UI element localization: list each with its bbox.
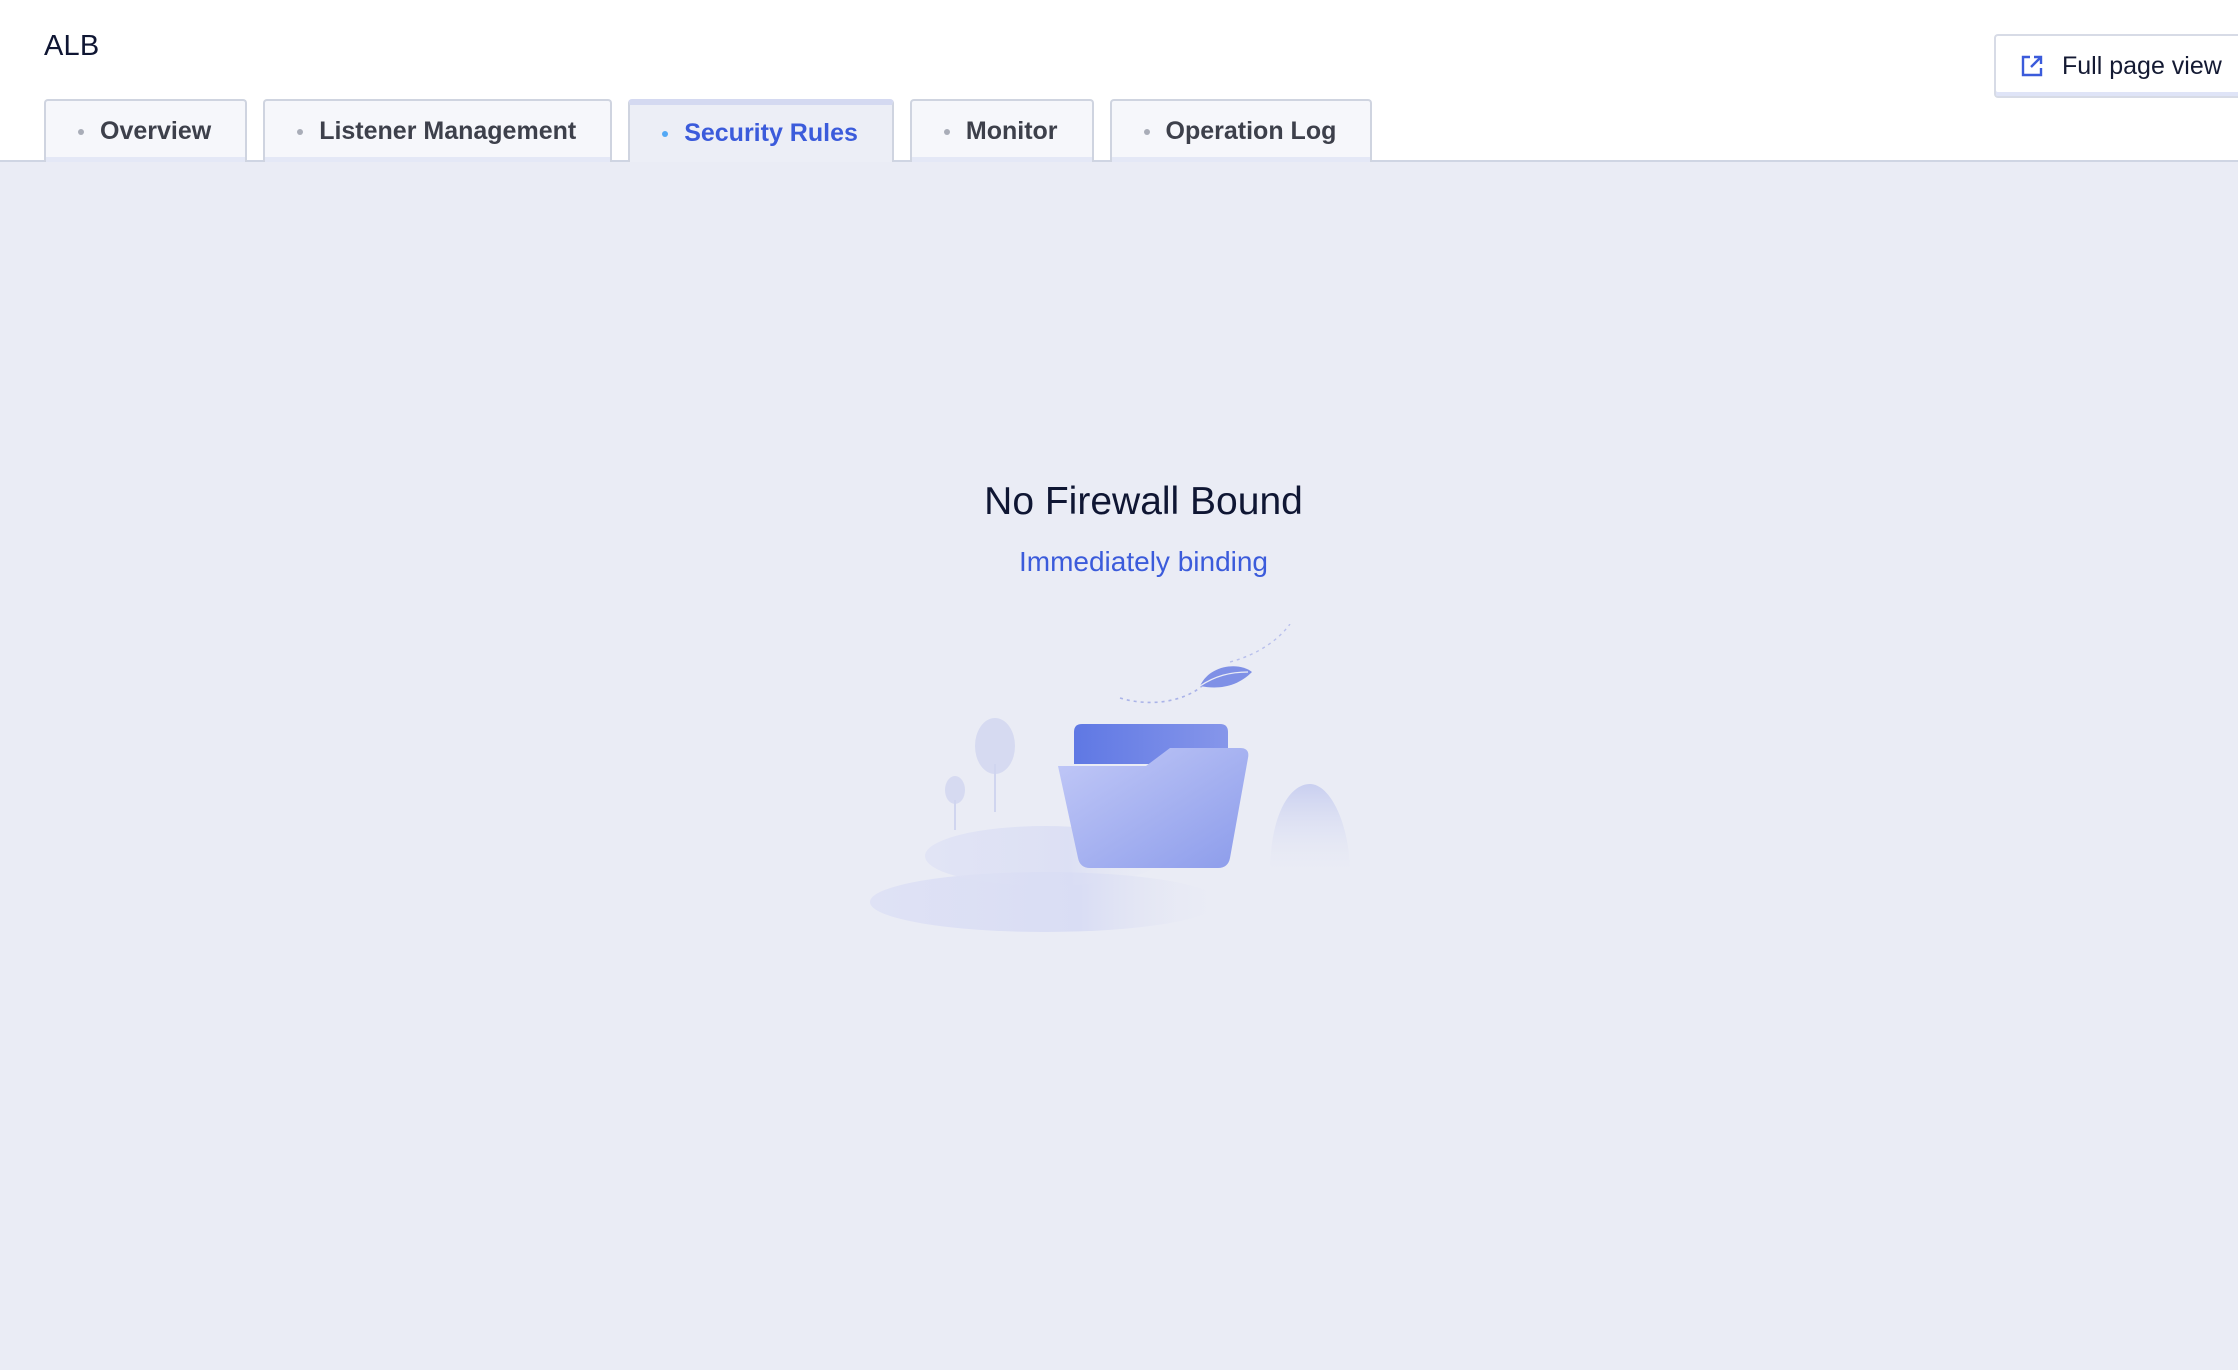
tab-label: Listener Management [319,117,577,145]
full-page-view-label: Full page view [2062,51,2222,80]
tab-label: Monitor [965,117,1058,145]
tab-security-rules[interactable]: Security Rules [628,99,894,162]
full-page-view-button[interactable]: Full page view [1994,34,2238,98]
tab-dot-icon [78,128,84,135]
page-title: ALB [44,30,100,62]
tab-label: Security Rules [684,119,858,147]
tab-bar: Overview Listener Management Security Ru… [44,98,1388,162]
tab-listener-management[interactable]: Listener Management [263,99,613,162]
tab-overview[interactable]: Overview [44,99,248,162]
tab-dot-icon [1143,128,1150,135]
tab-label: Overview [100,117,212,145]
tab-dot-icon [297,128,304,135]
external-link-icon [2021,55,2043,77]
bind-firewall-link[interactable]: Immediately binding [0,546,2238,578]
empty-folder-illustration [870,624,1350,932]
tab-content-security-rules: No Firewall Bound Immediately binding [0,162,2238,1370]
tab-monitor[interactable]: Monitor [909,99,1094,162]
tab-operation-log[interactable]: Operation Log [1109,99,1373,162]
tab-label: Operation Log [1165,117,1337,145]
tab-dot-icon [943,128,950,135]
empty-state-title: No Firewall Bound [984,480,1303,523]
page-header: ALB Full page view Overview Listener Man… [0,0,2238,162]
tab-dot-icon [662,130,669,137]
